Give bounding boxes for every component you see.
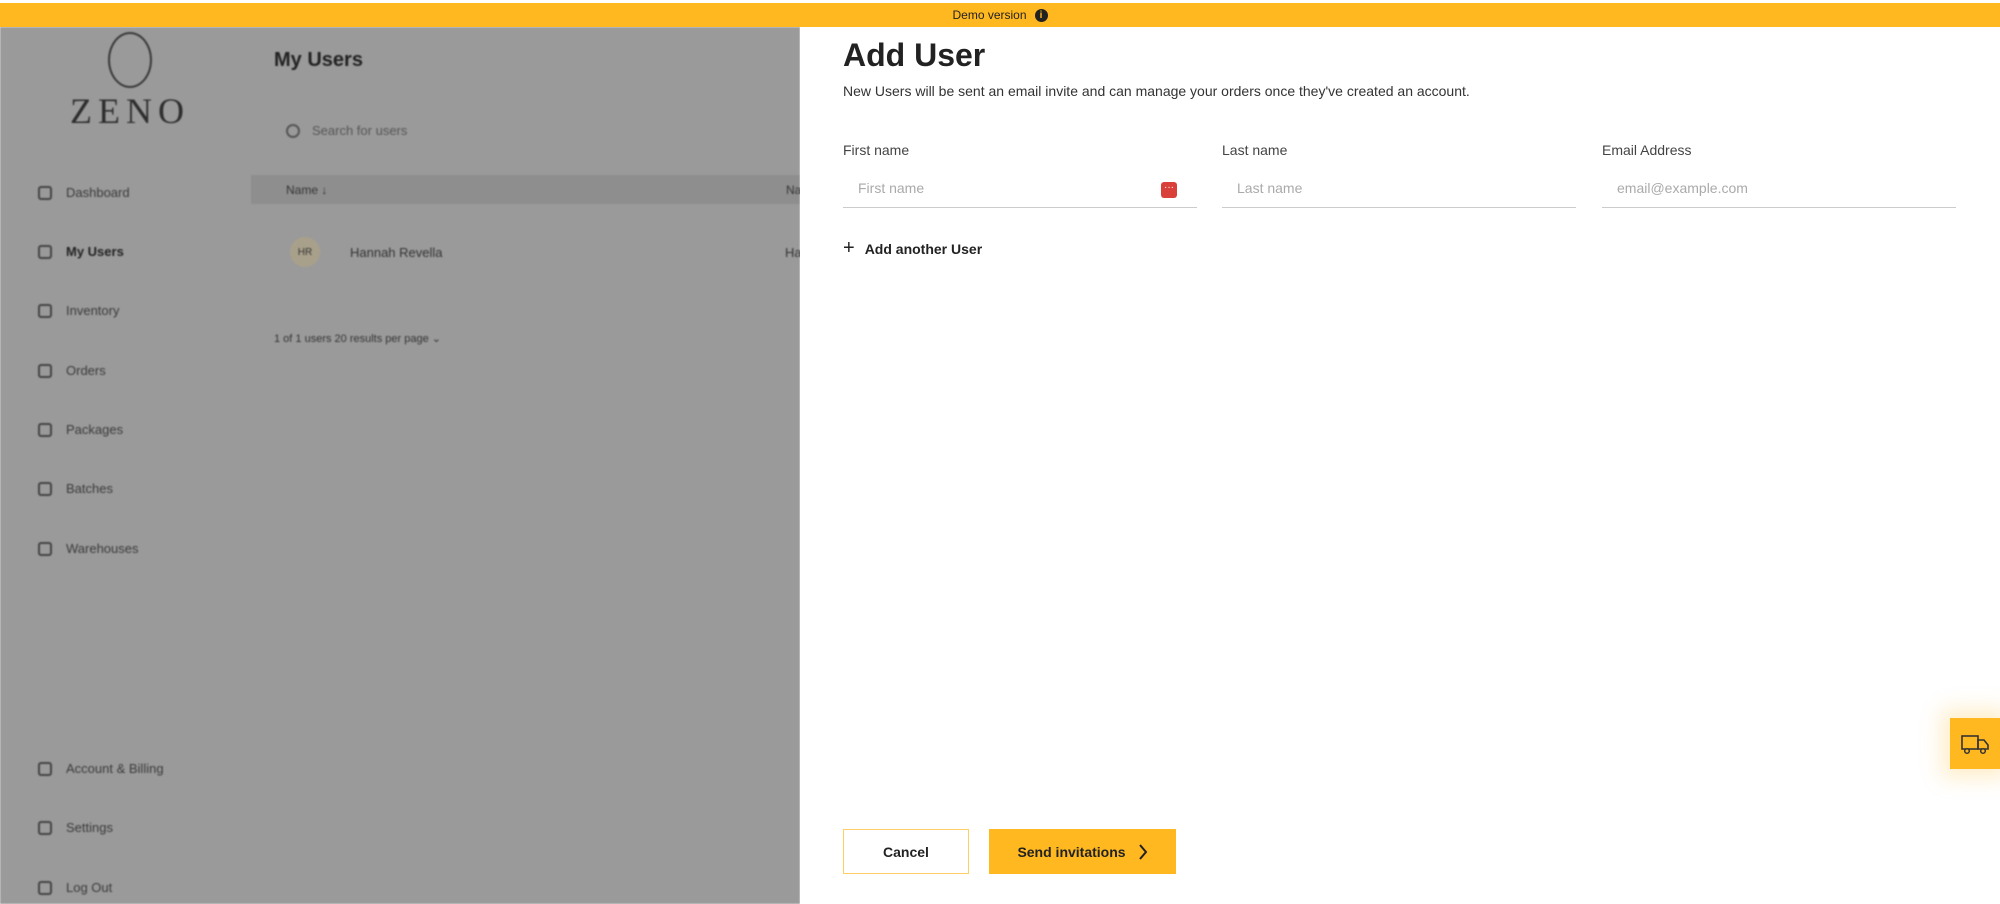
last-name-input[interactable]: Last name: [1222, 172, 1576, 208]
user-icon: [38, 244, 52, 259]
plus-icon: +: [843, 237, 855, 259]
sidebar-item-my-users[interactable]: My Users: [38, 244, 124, 259]
logo: ZENO: [70, 32, 190, 132]
sidebar-item-settings[interactable]: Settings: [38, 820, 113, 835]
pagination[interactable]: 1 of 1 users 20 results per page ⌄: [274, 332, 441, 345]
table-header: Name ↓ Na: [251, 175, 801, 204]
email-label: Email Address: [1602, 142, 1692, 158]
first-name-placeholder: First name: [858, 180, 925, 196]
sidebar-item-batches[interactable]: Batches: [38, 481, 113, 496]
email-field: Email Address email@example.com: [1602, 142, 1956, 208]
sidebar-item-orders[interactable]: Orders: [38, 363, 106, 378]
sidebar-item-dashboard[interactable]: Dashboard: [38, 185, 130, 200]
cancel-button[interactable]: Cancel: [843, 829, 969, 874]
search-icon: [286, 123, 300, 138]
panel-subtitle: New Users will be sent an email invite a…: [843, 83, 1470, 99]
location-icon: [38, 363, 52, 378]
delivery-tab[interactable]: [1950, 718, 2000, 769]
chevron-right-icon: [1138, 843, 1147, 860]
add-another-user-button[interactable]: + Add another User: [843, 237, 982, 260]
info-icon[interactable]: i: [1034, 8, 1048, 22]
sidebar-item-log-out[interactable]: Log Out: [38, 880, 112, 895]
package-icon: [38, 422, 52, 437]
account-icon: [38, 761, 52, 776]
page-title: My Users: [274, 49, 363, 71]
box-icon: [38, 303, 52, 318]
sidebar-item-account-billing[interactable]: Account & Billing: [38, 761, 164, 776]
logout-icon: [38, 880, 52, 895]
email-placeholder: email@example.com: [1617, 180, 1748, 196]
gear-icon: [38, 820, 52, 835]
first-name-input[interactable]: First name ···: [843, 172, 1197, 208]
send-label: Send invitations: [1017, 843, 1126, 860]
panel-title: Add User: [843, 37, 986, 73]
chart-icon: [38, 185, 52, 200]
demo-banner: Demo version i: [0, 3, 2000, 27]
first-name-field: First name First name ···: [843, 142, 1197, 208]
add-another-label: Add another User: [864, 240, 983, 257]
demo-banner-text: Demo version: [952, 8, 1027, 22]
avatar: HR: [290, 237, 320, 267]
last-name-label: Last name: [1222, 142, 1288, 158]
column-name[interactable]: Name ↓: [286, 183, 327, 197]
first-name-label: First name: [843, 142, 910, 158]
last-name-field: Last name Last name: [1222, 142, 1576, 208]
warehouse-icon: [38, 541, 52, 556]
last-name-placeholder: Last name: [1237, 180, 1303, 196]
add-user-panel: Add User New Users will be sent an email…: [800, 27, 2000, 904]
send-invitations-button[interactable]: Send invitations: [989, 829, 1176, 874]
sidebar-item-warehouses[interactable]: Warehouses: [38, 541, 139, 556]
email-input[interactable]: email@example.com: [1602, 172, 1956, 208]
sidebar-item-inventory[interactable]: Inventory: [38, 303, 119, 318]
modal-backdrop[interactable]: ZENO Dashboard My Users Inventory Orders…: [0, 27, 802, 904]
search-input[interactable]: Search for users: [286, 123, 407, 138]
batch-icon: [38, 481, 52, 496]
table-row[interactable]: HR Hannah Revella Ha: [290, 237, 802, 267]
truck-icon: [1961, 734, 1989, 754]
sidebar-item-packages[interactable]: Packages: [38, 422, 123, 437]
password-manager-icon[interactable]: ···: [1161, 182, 1177, 198]
